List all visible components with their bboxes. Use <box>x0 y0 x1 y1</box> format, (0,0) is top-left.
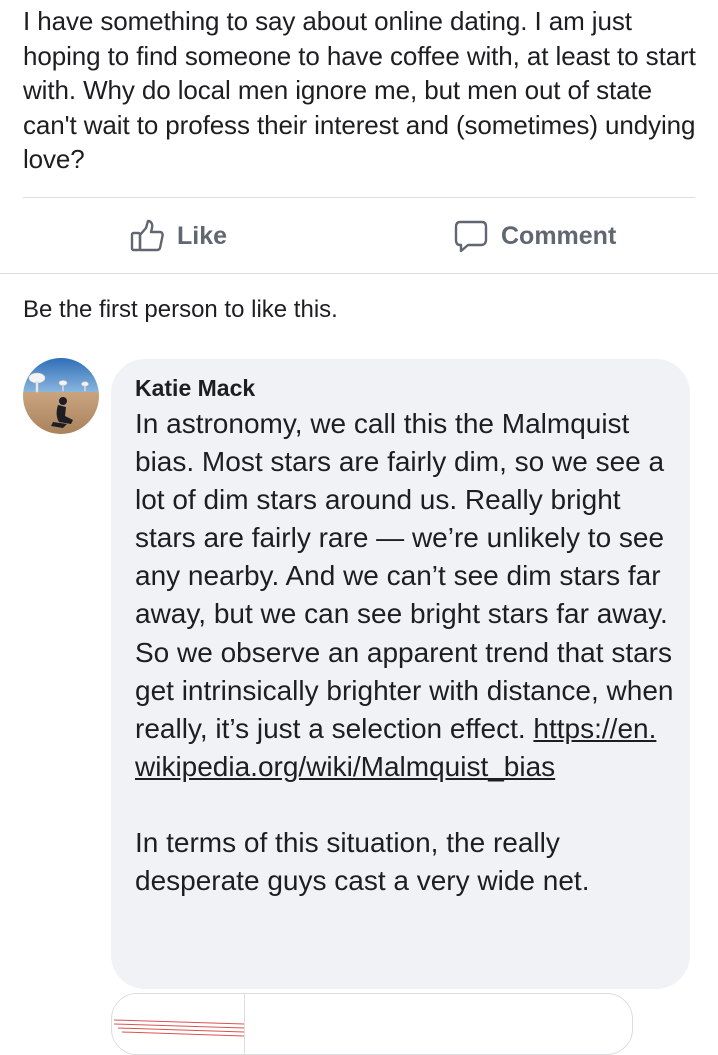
comment-button[interactable]: Comment <box>453 214 616 258</box>
speech-bubble-icon <box>453 218 489 254</box>
post-text: I have something to say about online dat… <box>23 6 696 174</box>
link-preview-card[interactable] <box>111 993 633 1055</box>
divider <box>0 273 718 274</box>
like-label: Like <box>177 221 228 250</box>
like-button[interactable]: Like <box>129 214 227 258</box>
comment-body-2: In terms of this situation, the really d… <box>135 826 590 897</box>
reaction-summary: Be the first person to like this. <box>23 296 338 323</box>
comment-label: Comment <box>501 221 617 250</box>
link-preview-thumbnail <box>112 994 245 1054</box>
comment-bubble: Katie Mack In astronomy, we call this th… <box>111 359 690 989</box>
avatar[interactable] <box>23 358 99 434</box>
divider <box>23 197 695 198</box>
comment-author[interactable]: Katie Mack <box>135 375 255 402</box>
comment-body: In astronomy, we call this the Malmquist… <box>135 408 674 744</box>
comment-text: In astronomy, we call this the Malmquist… <box>135 405 675 900</box>
thumbs-up-icon <box>129 218 165 254</box>
